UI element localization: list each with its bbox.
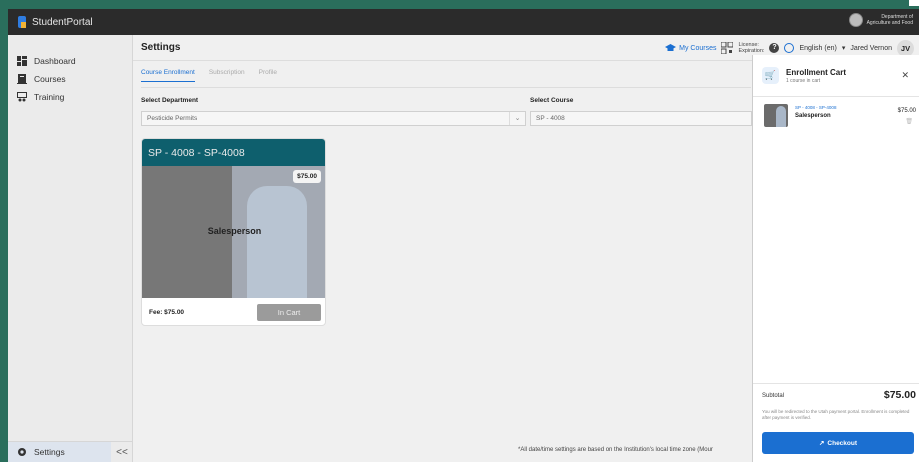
cart-item-name: Salesperson xyxy=(795,113,831,119)
training-icon xyxy=(17,92,27,102)
book-icon xyxy=(17,74,27,84)
cart-item: SP - 4008 - SP-4008 Salesperson $75.00 🗑 xyxy=(753,101,919,135)
cart-icon: 🛒 xyxy=(762,67,779,84)
tab-course-enrollment[interactable]: Course Enrollment xyxy=(141,69,195,82)
cart-item-price: $75.00 xyxy=(897,108,916,114)
qr-code-icon[interactable] xyxy=(721,42,734,54)
sidebar-item-label: Training xyxy=(34,92,65,102)
department-select[interactable]: Pesticide Permits ⌄ xyxy=(141,111,526,126)
course-select[interactable]: SP - 4008 xyxy=(530,111,752,126)
my-courses-label: My Courses xyxy=(679,44,717,52)
checkout-button[interactable]: ↗ Checkout xyxy=(762,432,914,454)
sidebar-item-label: Settings xyxy=(34,447,65,457)
collapse-sidebar-button[interactable]: << xyxy=(111,447,133,458)
department-value: Pesticide Permits xyxy=(147,115,198,122)
tab-profile[interactable]: Profile xyxy=(259,69,277,82)
course-image-caption: Salesperson xyxy=(207,226,262,236)
course-image: $75.00 Salesperson xyxy=(142,166,325,298)
trash-icon[interactable]: 🗑 xyxy=(905,118,913,125)
avatar[interactable]: JV xyxy=(897,39,914,57)
cart-subtitle: 1 course in cart xyxy=(786,77,821,84)
expiration-label: Expiration: xyxy=(738,48,765,54)
gear-icon xyxy=(18,448,26,456)
top-bar: StudentPortal Department of Agriculture … xyxy=(8,9,919,35)
cart-title: Enrollment Cart xyxy=(786,67,847,77)
chevron-down-icon[interactable]: ⌄ xyxy=(509,112,525,125)
close-icon[interactable]: ✕ xyxy=(901,70,909,81)
sidebar-item-settings[interactable]: Settings xyxy=(8,441,111,462)
window-corner xyxy=(909,0,919,6)
course-fee: Fee: $75.00 xyxy=(149,308,185,316)
subtotal-value: $75.00 xyxy=(883,389,916,401)
globe-icon xyxy=(784,43,795,53)
timezone-note: *All date/time settings are based on the… xyxy=(518,447,713,453)
in-cart-button[interactable]: In Cart xyxy=(257,303,321,321)
course-card-title: SP - 4008 - SP-4008 xyxy=(142,139,325,166)
graduation-cap-icon xyxy=(665,44,677,51)
tab-subscription[interactable]: Subscription xyxy=(209,69,245,82)
tab-divider xyxy=(141,87,751,88)
course-label: Select Course xyxy=(530,97,574,104)
subtotal-label: Subtotal xyxy=(762,393,785,399)
course-value: SP - 4008 xyxy=(536,115,565,122)
tab-bar: Course Enrollment Subscription Profile xyxy=(141,69,277,82)
sidebar: Dashboard Courses Training Settings << xyxy=(8,35,133,462)
help-icon[interactable]: ? xyxy=(769,43,780,53)
sidebar-item-courses[interactable]: Courses xyxy=(8,70,132,88)
department-seal-icon xyxy=(848,13,863,27)
my-courses-link[interactable]: My Courses xyxy=(665,44,716,52)
dashboard-icon xyxy=(17,56,27,66)
checkout-label: Checkout xyxy=(827,439,858,447)
payment-note: You will be redirected to the Utah payme… xyxy=(762,409,910,420)
course-card[interactable]: SP - 4008 - SP-4008 $75.00 Salesperson F… xyxy=(141,138,326,326)
license-info: License: Expiration: xyxy=(738,42,764,54)
department-logo: Department of Agriculture and Food xyxy=(848,13,913,27)
app-logo-icon xyxy=(18,16,26,28)
cart-item-thumbnail xyxy=(764,104,788,127)
user-name[interactable]: Jared Vernon xyxy=(850,45,892,52)
language-selector[interactable]: English (en) xyxy=(799,45,836,52)
caret-down-icon[interactable]: ▾ xyxy=(842,44,846,52)
app-title[interactable]: StudentPortal xyxy=(32,17,93,28)
price-badge: $75.00 xyxy=(293,170,321,183)
sidebar-item-dashboard[interactable]: Dashboard xyxy=(8,52,132,70)
sidebar-item-training[interactable]: Training xyxy=(8,88,132,106)
sidebar-item-label: Dashboard xyxy=(34,56,76,66)
external-link-icon: ↗ xyxy=(818,440,825,447)
department-line2: Agriculture and Food xyxy=(866,20,913,26)
sidebar-item-label: Courses xyxy=(34,74,66,84)
page-title: Settings xyxy=(141,42,181,53)
enrollment-cart-panel: 🛒 Enrollment Cart 1 course in cart ✕ SP … xyxy=(752,55,919,462)
department-label: Select Department xyxy=(141,97,199,104)
cart-item-code[interactable]: SP - 4008 - SP-4008 xyxy=(795,105,836,110)
